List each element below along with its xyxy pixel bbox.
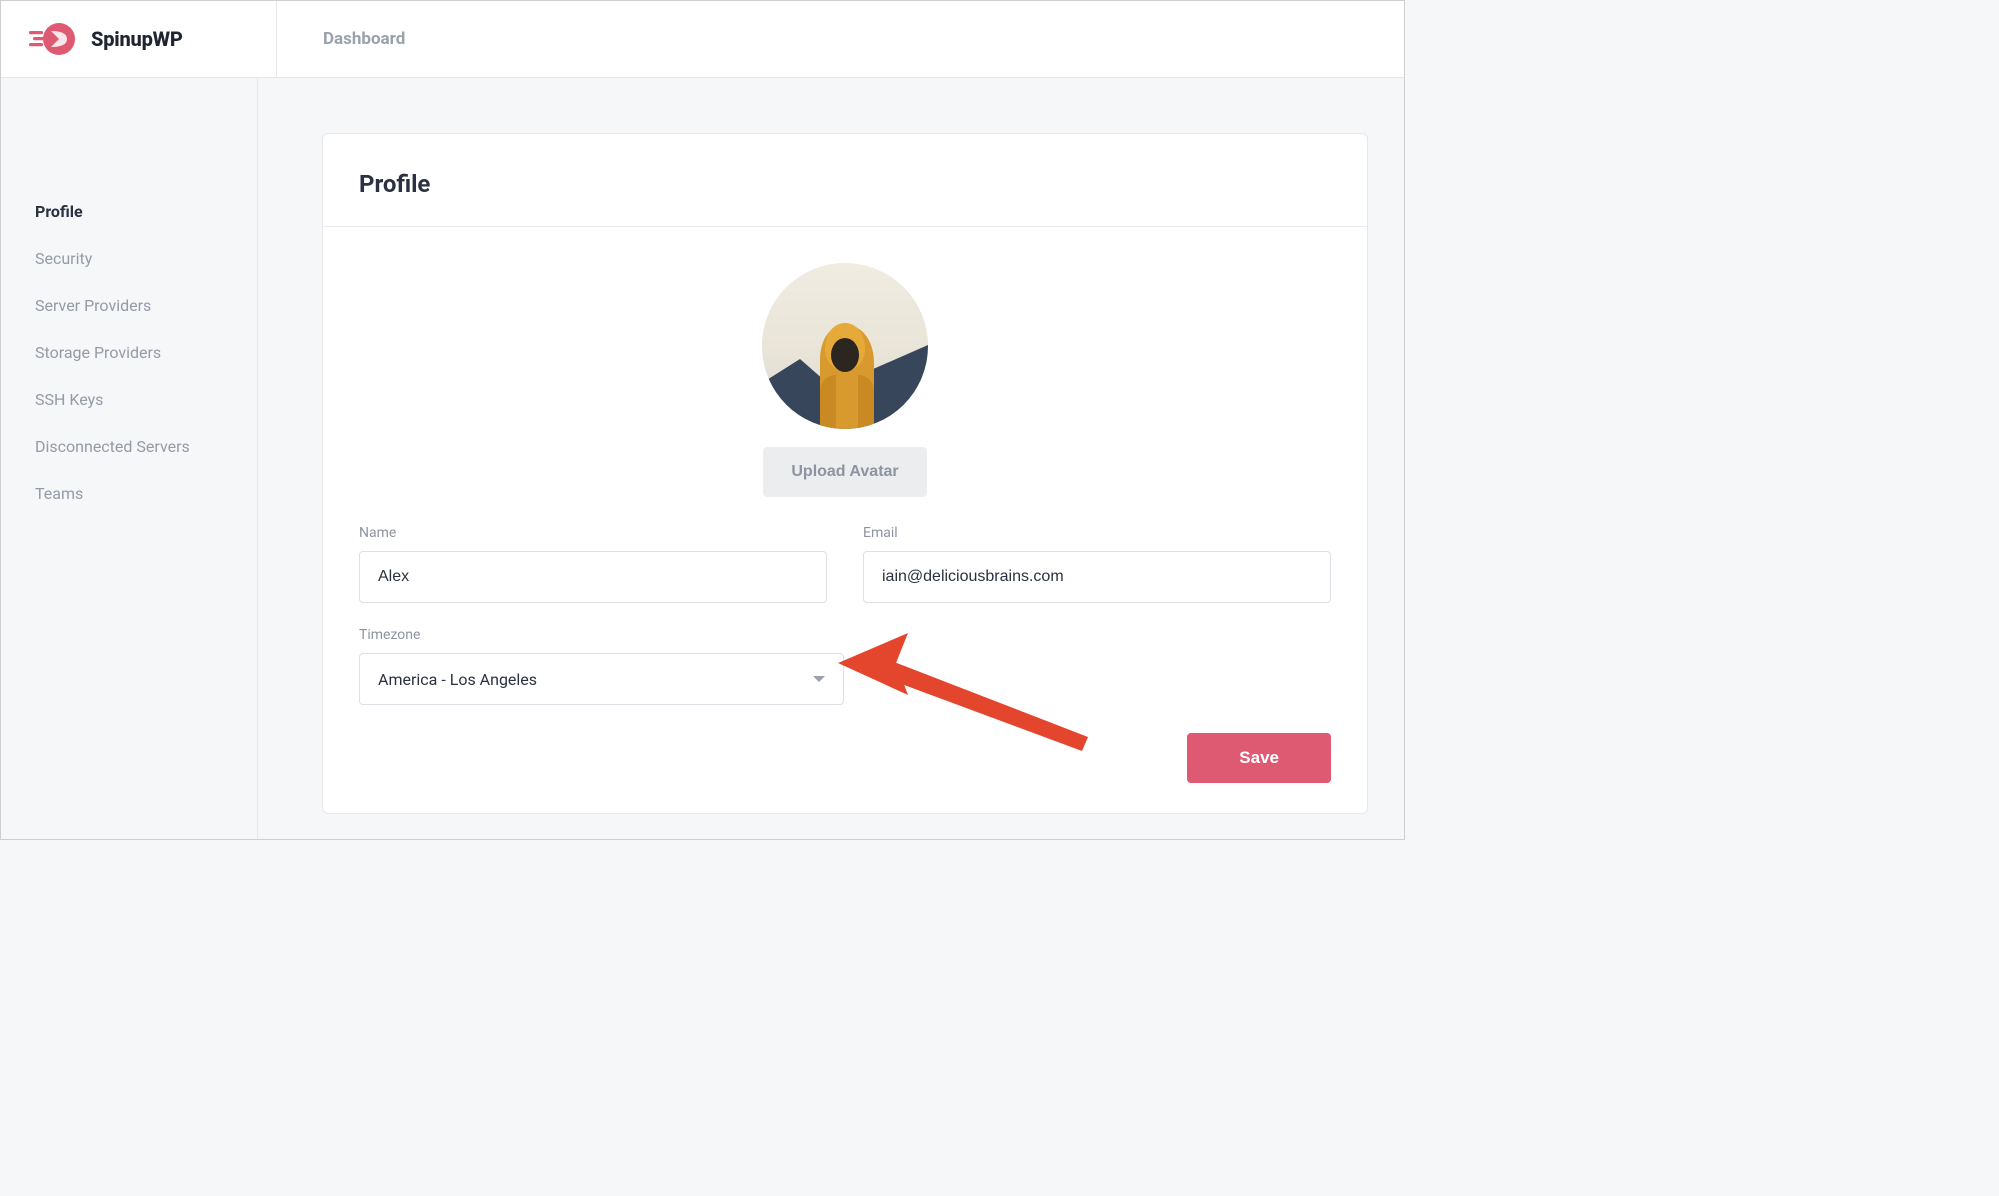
card-header: Profile bbox=[323, 134, 1367, 227]
logo[interactable]: SpinupWP bbox=[1, 1, 277, 77]
save-button[interactable]: Save bbox=[1187, 733, 1331, 783]
sidebar-item-storage-providers[interactable]: Storage Providers bbox=[1, 329, 257, 376]
breadcrumb[interactable]: Dashboard bbox=[277, 29, 405, 49]
profile-card: Profile bbox=[322, 133, 1368, 814]
logo-icon bbox=[29, 22, 79, 56]
name-field-group: Name bbox=[359, 525, 827, 603]
topbar: SpinupWP Dashboard bbox=[1, 1, 1404, 78]
avatar bbox=[762, 263, 928, 429]
sidebar-item-ssh-keys[interactable]: SSH Keys bbox=[1, 376, 257, 423]
email-input[interactable] bbox=[863, 551, 1331, 603]
timezone-label: Timezone bbox=[359, 627, 844, 643]
logo-text: SpinupWP bbox=[91, 27, 183, 51]
upload-avatar-button[interactable]: Upload Avatar bbox=[763, 447, 926, 497]
sidebar-item-teams[interactable]: Teams bbox=[1, 470, 257, 517]
sidebar-item-profile[interactable]: Profile bbox=[1, 188, 257, 235]
sidebar-item-server-providers[interactable]: Server Providers bbox=[1, 282, 257, 329]
sidebar: Profile Security Server Providers Storag… bbox=[1, 78, 258, 839]
chevron-down-icon bbox=[813, 676, 825, 682]
name-label: Name bbox=[359, 525, 827, 541]
timezone-field-group: Timezone America - Los Angeles bbox=[359, 627, 844, 705]
card-body: Upload Avatar Name Email Timezone bbox=[323, 227, 1367, 813]
name-input[interactable] bbox=[359, 551, 827, 603]
email-label: Email bbox=[863, 525, 1331, 541]
main: Profile bbox=[258, 78, 1404, 839]
page-title: Profile bbox=[359, 170, 1331, 198]
timezone-select[interactable]: America - Los Angeles bbox=[359, 653, 844, 705]
avatar-section: Upload Avatar bbox=[359, 263, 1331, 497]
timezone-value: America - Los Angeles bbox=[378, 670, 537, 689]
sidebar-item-security[interactable]: Security bbox=[1, 235, 257, 282]
email-field-group: Email bbox=[863, 525, 1331, 603]
sidebar-item-disconnected-servers[interactable]: Disconnected Servers bbox=[1, 423, 257, 470]
